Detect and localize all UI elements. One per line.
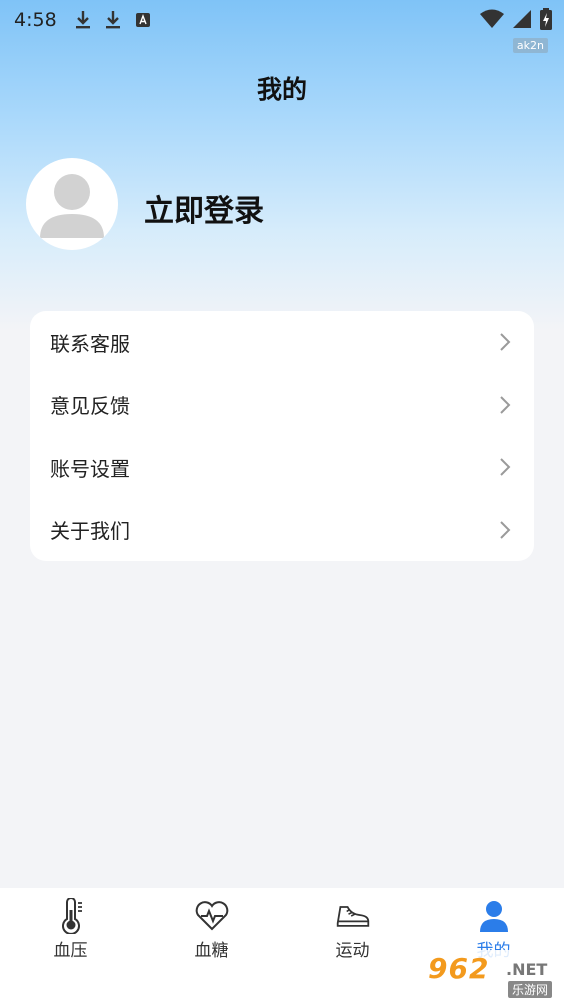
menu-item-contact-support[interactable]: 联系客服 bbox=[30, 311, 534, 374]
menu-item-label: 联系客服 bbox=[50, 331, 130, 356]
settings-menu: 联系客服 意见反馈 账号设置 关于我们 bbox=[30, 311, 534, 561]
app-notification-icon bbox=[135, 12, 151, 28]
menu-item-label: 账号设置 bbox=[50, 456, 130, 481]
default-avatar-icon bbox=[40, 174, 104, 238]
battery-icon bbox=[540, 8, 552, 34]
watermark-number: 962 bbox=[428, 952, 490, 985]
chevron-right-icon bbox=[500, 521, 511, 539]
login-link[interactable]: 立即登录 bbox=[144, 186, 264, 230]
tab-label: 运动 bbox=[335, 941, 370, 961]
tab-blood-sugar[interactable]: 血糖 bbox=[141, 888, 282, 1004]
menu-item-account-settings[interactable]: 账号设置 bbox=[30, 436, 534, 499]
debug-tag: ak2n bbox=[512, 38, 548, 53]
tab-exercise[interactable]: 运动 bbox=[282, 888, 423, 1004]
watermark-sub: 乐游网 bbox=[507, 981, 552, 998]
chevron-right-icon bbox=[500, 458, 511, 476]
watermark-logo: 962 .NET 乐游网 bbox=[422, 950, 560, 1000]
chevron-right-icon bbox=[500, 396, 511, 414]
heart-pulse-icon bbox=[194, 898, 230, 934]
tab-label: 血压 bbox=[53, 941, 88, 961]
person-icon bbox=[476, 898, 512, 934]
sneaker-icon bbox=[335, 898, 371, 934]
wifi-icon bbox=[480, 9, 504, 33]
status-time: 4:58 bbox=[14, 9, 57, 31]
download-icon bbox=[105, 10, 121, 30]
thermometer-icon bbox=[53, 898, 89, 934]
download-icon bbox=[75, 10, 91, 30]
avatar[interactable] bbox=[26, 158, 118, 250]
menu-item-label: 意见反馈 bbox=[50, 394, 130, 419]
menu-item-feedback[interactable]: 意见反馈 bbox=[30, 374, 534, 437]
page-title: 我的 bbox=[256, 75, 307, 104]
menu-item-label: 关于我们 bbox=[50, 519, 130, 544]
status-bar: 4:58 bbox=[0, 0, 564, 40]
tab-blood-pressure[interactable]: 血压 bbox=[0, 888, 141, 1004]
tab-label: 血糖 bbox=[194, 941, 229, 961]
watermark-domain: .NET bbox=[506, 960, 548, 979]
menu-item-about-us[interactable]: 关于我们 bbox=[30, 499, 534, 562]
status-right-icons bbox=[480, 8, 552, 34]
signal-icon bbox=[512, 9, 532, 33]
chevron-right-icon bbox=[500, 333, 511, 351]
